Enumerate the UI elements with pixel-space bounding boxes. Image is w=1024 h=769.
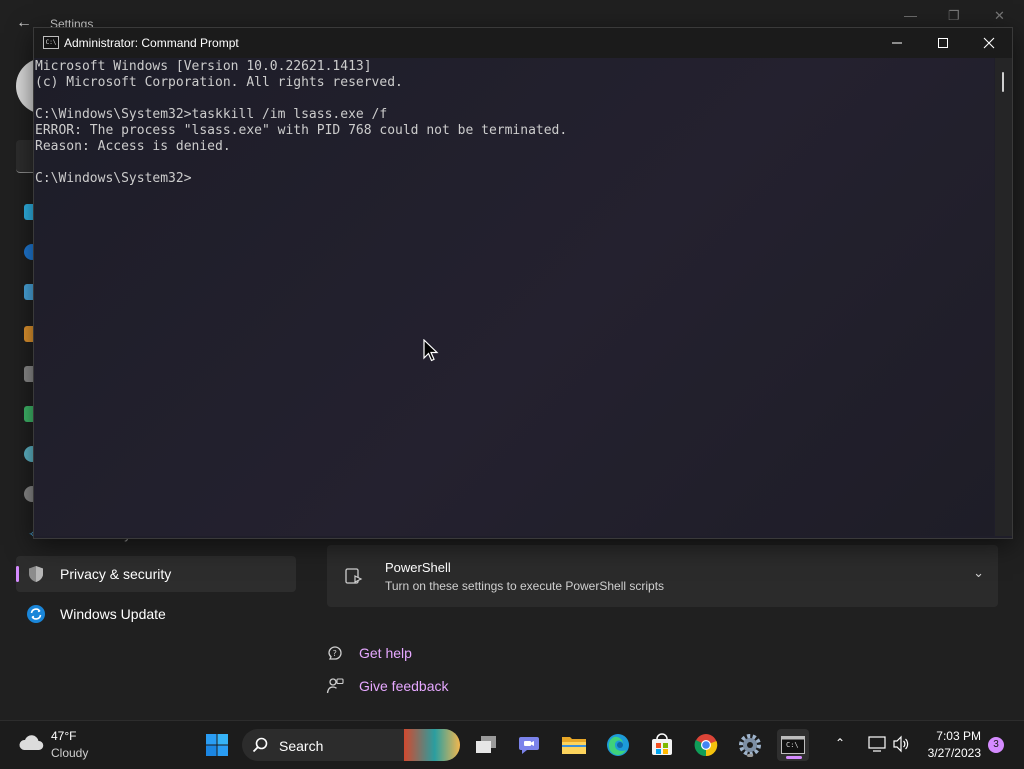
sidebar-item-windows-update[interactable]: Windows Update xyxy=(16,596,296,632)
taskbar-search[interactable]: Search xyxy=(242,729,460,761)
clock-date[interactable]: 3/27/2023 xyxy=(928,746,981,760)
sidebar-item-label: Privacy & security xyxy=(60,566,172,582)
edge-icon xyxy=(607,734,629,756)
taskbar: 47°F Cloudy Search C:\ ⌃ 7:03 PM 3/27/20… xyxy=(0,720,1024,769)
mouse-cursor-icon xyxy=(423,339,439,362)
get-help-link[interactable]: ? Get help xyxy=(326,644,412,662)
volume-icon[interactable] xyxy=(892,735,910,753)
folder-icon xyxy=(562,737,586,754)
task-view-button[interactable] xyxy=(470,729,502,761)
teams-chat-button[interactable] xyxy=(514,729,546,761)
weather-condition: Cloudy xyxy=(51,746,89,760)
get-help-label: Get help xyxy=(359,645,412,661)
chat-icon xyxy=(519,737,539,754)
maximize-button[interactable] xyxy=(920,28,966,58)
command-prompt-taskbar-button[interactable]: C:\ xyxy=(777,729,809,761)
cmd-titlebar[interactable]: C:\ Administrator: Command Prompt xyxy=(34,28,1012,58)
vertical-scrollbar[interactable] xyxy=(995,58,1012,536)
sidebar-item-privacy-security[interactable]: Privacy & security xyxy=(16,556,296,592)
terminal-prompt[interactable]: C:\Windows\System32> xyxy=(35,171,192,187)
terminal-output[interactable]: Microsoft Windows [Version 10.0.22621.14… xyxy=(34,58,994,536)
close-button[interactable] xyxy=(966,28,1012,58)
show-hidden-icons-chevron-icon[interactable]: ⌃ xyxy=(835,736,845,750)
selection-indicator xyxy=(16,566,19,582)
maximize-icon xyxy=(938,38,948,48)
search-highlight-image xyxy=(404,729,460,761)
back-arrow-icon[interactable]: ← xyxy=(16,14,32,32)
clock-time[interactable]: 7:03 PM xyxy=(936,729,981,743)
minimize-icon xyxy=(892,42,902,44)
terminal-line: ERROR: The process "lsass.exe" with PID … xyxy=(35,123,568,138)
sidebar-item-label: Windows Update xyxy=(60,606,166,622)
weather-temperature: 47°F xyxy=(51,729,77,743)
network-icon[interactable] xyxy=(868,735,886,753)
edge-button[interactable] xyxy=(602,729,634,761)
microsoft-store-button[interactable] xyxy=(646,729,678,761)
give-feedback-link[interactable]: Give feedback xyxy=(326,677,449,695)
powershell-title: PowerShell xyxy=(385,560,451,575)
close-icon xyxy=(983,37,995,49)
file-explorer-button[interactable] xyxy=(558,729,590,761)
shield-icon xyxy=(29,566,43,582)
minimize-icon[interactable]: — xyxy=(904,8,917,23)
active-indicator xyxy=(786,756,802,759)
terminal-line: (c) Microsoft Corporation. All rights re… xyxy=(35,75,403,90)
command-prompt-window[interactable]: C:\ Administrator: Command Prompt Micros… xyxy=(33,27,1013,539)
close-icon[interactable]: ✕ xyxy=(994,8,1005,24)
chrome-button[interactable] xyxy=(690,729,722,761)
running-indicator xyxy=(747,754,753,757)
search-icon xyxy=(252,737,268,753)
settings-button[interactable] xyxy=(734,729,766,761)
feedback-icon xyxy=(326,678,344,694)
notification-badge[interactable]: 3 xyxy=(988,737,1004,753)
help-icon: ? xyxy=(328,646,342,660)
chrome-icon xyxy=(694,734,718,757)
restore-icon[interactable]: ❐ xyxy=(948,8,960,24)
terminal-line: Microsoft Windows [Version 10.0.22621.14… xyxy=(35,59,372,74)
terminal-line: Reason: Access is denied. xyxy=(35,139,231,154)
powershell-icon xyxy=(345,568,363,584)
scrollbar-thumb[interactable] xyxy=(1002,72,1004,92)
powershell-subtitle: Turn on these settings to execute PowerS… xyxy=(385,579,665,593)
terminal-line: C:\Windows\System32>taskkill /im lsass.e… xyxy=(35,107,388,122)
svg-text:?: ? xyxy=(333,649,337,658)
cmd-window-title: Administrator: Command Prompt xyxy=(64,36,239,50)
windows-update-icon xyxy=(27,605,45,623)
search-label: Search xyxy=(279,738,324,754)
chevron-down-icon[interactable]: ⌄ xyxy=(973,565,984,581)
powershell-setting-card[interactable]: PowerShell Turn on these settings to exe… xyxy=(327,545,998,607)
cmd-icon-text: C:\ xyxy=(786,741,799,749)
cloud-icon xyxy=(19,735,44,750)
start-button[interactable] xyxy=(201,729,233,761)
give-feedback-label: Give feedback xyxy=(359,678,449,694)
task-view-icon xyxy=(476,736,496,753)
minimize-button[interactable] xyxy=(874,28,920,58)
cmd-app-icon: C:\ xyxy=(43,36,59,49)
store-icon xyxy=(652,733,672,755)
windows-logo-icon xyxy=(206,734,228,756)
